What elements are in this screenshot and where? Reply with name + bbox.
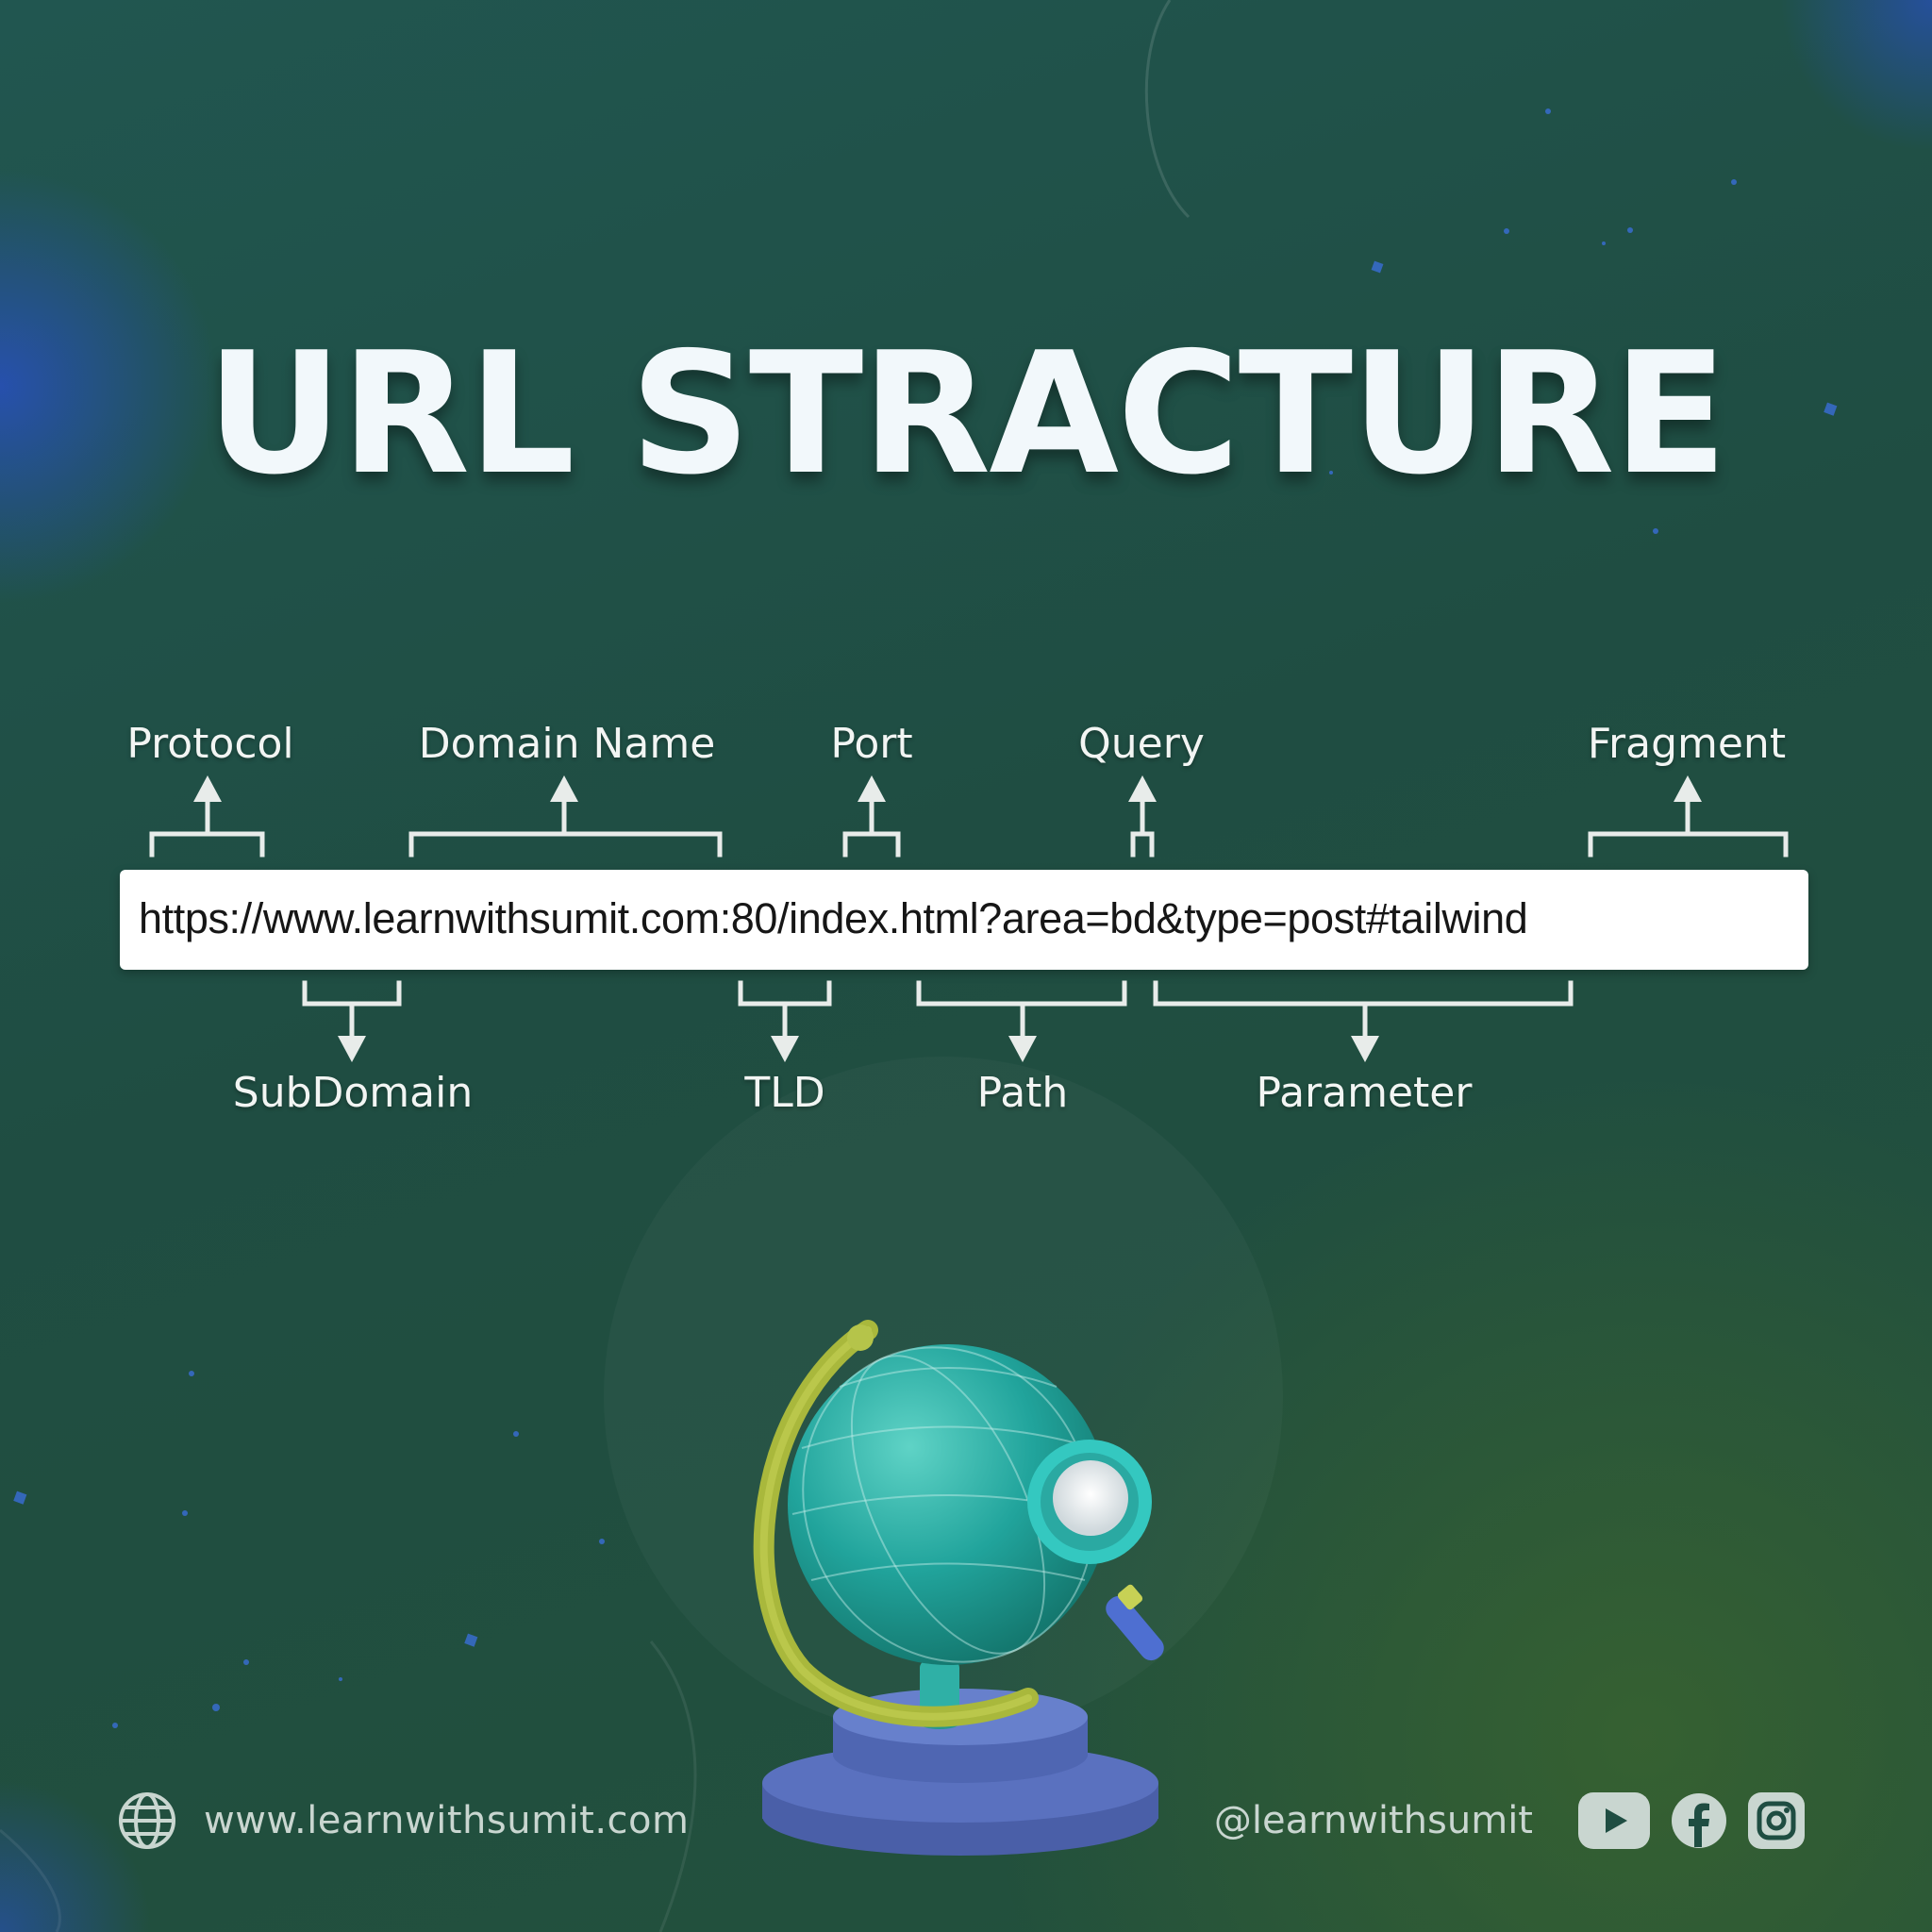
label-fragment: Fragment: [1587, 720, 1787, 768]
label-tld: TLD: [744, 1069, 825, 1117]
footer-website-text: www.learnwithsumit.com: [204, 1799, 690, 1842]
label-protocol: Protocol: [126, 720, 294, 768]
globe-illustration: [753, 1320, 1164, 1856]
footer-social: @learnwithsumit: [1214, 1790, 1805, 1851]
instagram-icon[interactable]: [1748, 1792, 1805, 1849]
youtube-icon[interactable]: [1578, 1792, 1650, 1849]
footer-website[interactable]: www.learnwithsumit.com: [117, 1790, 689, 1851]
label-path: Path: [976, 1069, 1069, 1117]
label-domain-name: Domain Name: [418, 720, 716, 768]
label-query: Query: [1078, 720, 1205, 768]
label-port: Port: [830, 720, 913, 768]
label-parameter: Parameter: [1256, 1069, 1473, 1117]
label-subdomain: SubDomain: [232, 1069, 474, 1117]
globe-icon: [119, 1792, 175, 1849]
url-text: https://www.learnwithsumit.com:80/index.…: [139, 894, 1528, 942]
facebook-icon[interactable]: [1671, 1792, 1727, 1849]
footer-handle: @learnwithsumit: [1213, 1799, 1533, 1842]
